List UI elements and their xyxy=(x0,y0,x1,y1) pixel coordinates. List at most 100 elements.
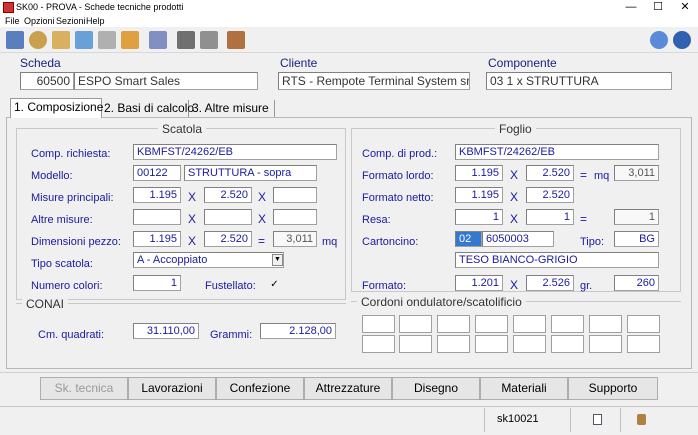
times-symbol: X xyxy=(510,278,519,292)
tab-altre-misure[interactable]: 3. Altre misure xyxy=(189,100,275,117)
brush-icon[interactable] xyxy=(121,31,139,49)
dim-unit-label: mq xyxy=(322,236,338,248)
comp-prod-label: Comp. di prod.: xyxy=(362,148,438,160)
cordoni-cell[interactable] xyxy=(627,315,660,333)
close-button[interactable]: ✕ xyxy=(672,0,698,15)
resa-1-field[interactable]: 1 xyxy=(455,209,503,225)
cordoni-cell[interactable] xyxy=(475,335,508,353)
cordoni-cell[interactable] xyxy=(362,315,395,333)
cordoni-cell[interactable] xyxy=(551,315,584,333)
misure-3-field[interactable] xyxy=(273,187,317,203)
lavorazioni-button[interactable]: Lavorazioni xyxy=(128,377,216,400)
resa-2-field[interactable]: 1 xyxy=(526,209,574,225)
misure-1-field[interactable]: 1.195 xyxy=(133,187,181,203)
lordo-1-field[interactable]: 1.195 xyxy=(455,165,503,181)
netto-2-field[interactable]: 2.520 xyxy=(526,187,574,203)
resa-result-field: 1 xyxy=(614,209,659,225)
comp-prod-field[interactable]: KBMFST/24262/EB xyxy=(455,144,659,160)
modello-desc-field[interactable]: STRUTTURA - sopra xyxy=(184,165,317,181)
cordoni-cell[interactable] xyxy=(589,335,622,353)
dimensioni-pezzo-label: Dimensioni pezzo: xyxy=(31,236,121,248)
cartoncino-num-field[interactable]: 6050003 xyxy=(482,231,554,247)
times-symbol: X xyxy=(258,190,267,204)
status-brush-cell xyxy=(620,408,670,432)
cordoni-cell[interactable] xyxy=(399,335,432,353)
comp-richiesta-field[interactable]: KBMFST/24262/EB xyxy=(133,144,337,160)
info-icon[interactable] xyxy=(673,31,691,49)
grammi-label: Grammi: xyxy=(210,329,253,341)
cordoni-cell[interactable] xyxy=(475,315,508,333)
copy-icon[interactable] xyxy=(98,31,116,49)
exit-icon[interactable] xyxy=(227,31,245,49)
cartoncino-code-field[interactable]: 02 xyxy=(455,231,482,247)
cordoni-cell[interactable] xyxy=(513,315,546,333)
numero-colori-field[interactable]: 1 xyxy=(133,275,181,291)
minimize-button[interactable]: — xyxy=(618,0,644,15)
times-symbol: X xyxy=(188,212,197,226)
menu-opzioni[interactable]: Opzioni xyxy=(24,16,55,26)
maximize-button[interactable]: ☐ xyxy=(645,0,671,15)
componente-field[interactable]: 03 1 x STRUTTURA xyxy=(486,72,672,90)
chevron-down-icon[interactable]: ▼ xyxy=(272,254,283,266)
search-icon[interactable] xyxy=(29,31,47,49)
altre-1-field[interactable] xyxy=(133,209,181,225)
scheda-desc-field[interactable]: ESPO Smart Sales xyxy=(74,72,258,90)
supporto-button[interactable]: Supporto xyxy=(568,377,658,400)
cordoni-cell[interactable] xyxy=(627,335,660,353)
attrezzature-button[interactable]: Attrezzature xyxy=(304,377,392,400)
print-icon[interactable] xyxy=(6,31,24,49)
status-code: sk10021 xyxy=(497,413,539,425)
edit-icon[interactable] xyxy=(52,31,70,49)
cm-quadrati-field: 31.110,00 xyxy=(133,323,199,339)
cordoni-cell[interactable] xyxy=(551,335,584,353)
cliente-field[interactable]: RTS - Rempote Terminal System srl xyxy=(278,72,470,90)
altre-misure-label: Altre misure: xyxy=(31,214,93,226)
confezione-button[interactable]: Confezione xyxy=(216,377,304,400)
resa-label: Resa: xyxy=(362,214,391,226)
disegno-button[interactable]: Disegno xyxy=(392,377,480,400)
cordoni-cell[interactable] xyxy=(399,315,432,333)
scatola-title: Scatola xyxy=(158,122,207,136)
cm-quadrati-label: Cm. quadrati: xyxy=(38,329,105,341)
formato-2-field[interactable]: 2.526 xyxy=(526,275,574,291)
tab-composizione[interactable]: 1. Composizione xyxy=(10,98,103,118)
lordo-mq-field: 3,011 xyxy=(614,165,659,181)
formato-1-field[interactable]: 1.201 xyxy=(455,275,503,291)
document-icon[interactable] xyxy=(149,31,167,49)
materiali-button[interactable]: Materiali xyxy=(480,377,568,400)
altre-3-field[interactable] xyxy=(273,209,317,225)
status-code-cell: sk10021 xyxy=(484,408,570,432)
tab-basi-di-calcolo[interactable]: 2. Basi di calcolo xyxy=(101,100,194,117)
tipo-scatola-select[interactable]: A - Accoppiato xyxy=(133,252,284,268)
sk-tecnica-button[interactable]: Sk. tecnica xyxy=(40,377,128,400)
page-icon[interactable] xyxy=(177,31,195,49)
dim-2-field[interactable]: 2.520 xyxy=(204,231,252,247)
cordoni-cell[interactable] xyxy=(362,335,395,353)
pencil-icon[interactable] xyxy=(75,31,93,49)
netto-1-field[interactable]: 1.195 xyxy=(455,187,503,203)
help-search-icon[interactable] xyxy=(650,31,668,49)
scheda-number-field[interactable]: 60500 xyxy=(20,72,74,90)
misure-2-field[interactable]: 2.520 xyxy=(204,187,252,203)
menu-sezioni[interactable]: Sezioni xyxy=(56,16,86,26)
cordoni-cell[interactable] xyxy=(437,335,470,353)
lordo-2-field[interactable]: 2.520 xyxy=(526,165,574,181)
times-symbol: X xyxy=(188,190,197,204)
tipo-label: Tipo: xyxy=(580,236,605,248)
edit-icon xyxy=(593,414,602,425)
scheda-label: Scheda xyxy=(20,56,61,70)
fustellato-checkbox[interactable]: ✓ xyxy=(269,280,280,291)
altre-2-field[interactable] xyxy=(204,209,252,225)
times-symbol: X xyxy=(510,212,519,226)
tipo-field[interactable]: BG xyxy=(614,231,659,247)
dim-1-field[interactable]: 1.195 xyxy=(133,231,181,247)
folder-icon[interactable] xyxy=(200,31,218,49)
cordoni-cell[interactable] xyxy=(437,315,470,333)
grammatura-field[interactable]: 260 xyxy=(614,275,659,291)
menu-file[interactable]: File xyxy=(5,16,20,26)
menu-help[interactable]: Help xyxy=(86,16,105,26)
comp-richiesta-label: Comp. richiesta: xyxy=(31,148,111,160)
modello-code-field[interactable]: 00122 xyxy=(133,165,181,181)
cordoni-cell[interactable] xyxy=(589,315,622,333)
cordoni-cell[interactable] xyxy=(513,335,546,353)
